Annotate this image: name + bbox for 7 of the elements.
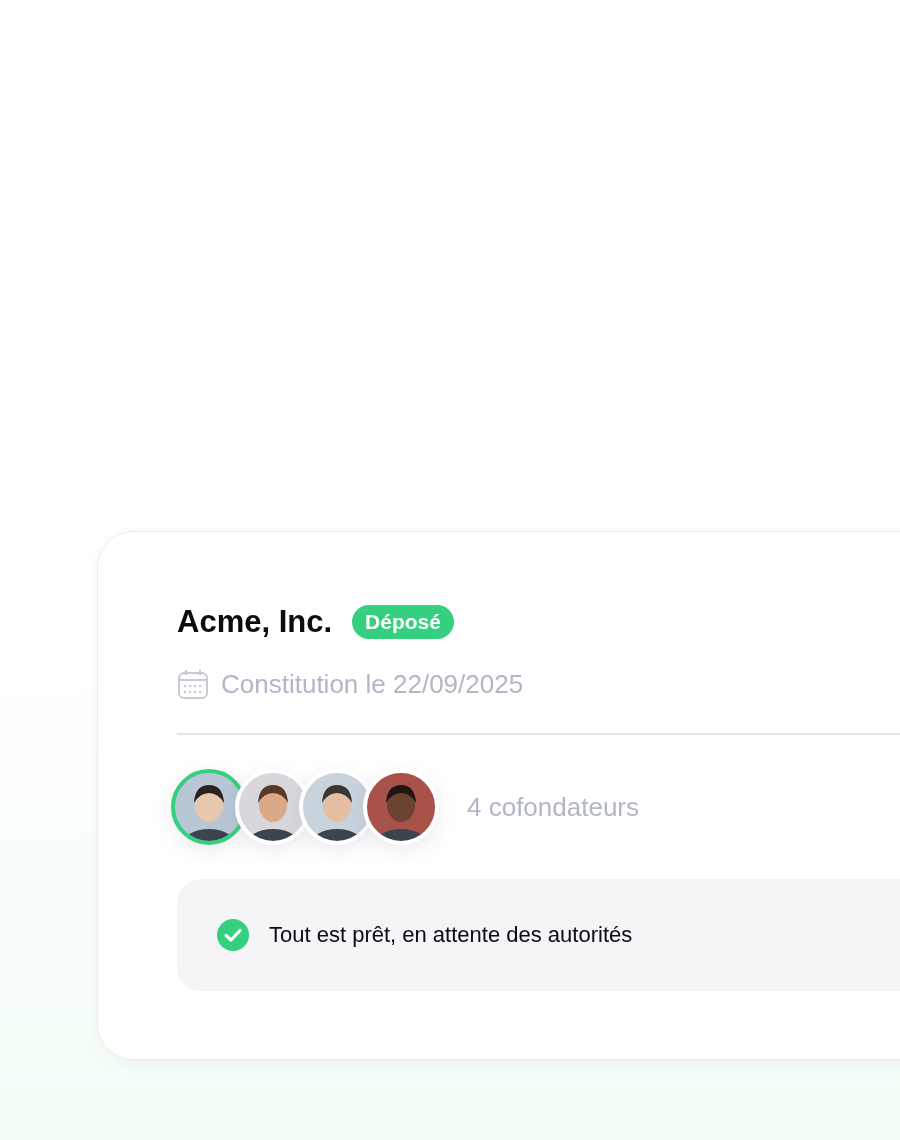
status-badge: Déposé	[352, 605, 454, 639]
calendar-icon	[177, 668, 209, 700]
check-icon	[217, 919, 249, 951]
cofounders-count: 4 cofondateurs	[467, 791, 639, 823]
company-name: Acme, Inc.	[177, 604, 333, 640]
incorporation-date: Constitution le 22/09/2025	[221, 668, 524, 700]
notice-text: Tout est prêt, en attente des autorités	[269, 922, 633, 948]
